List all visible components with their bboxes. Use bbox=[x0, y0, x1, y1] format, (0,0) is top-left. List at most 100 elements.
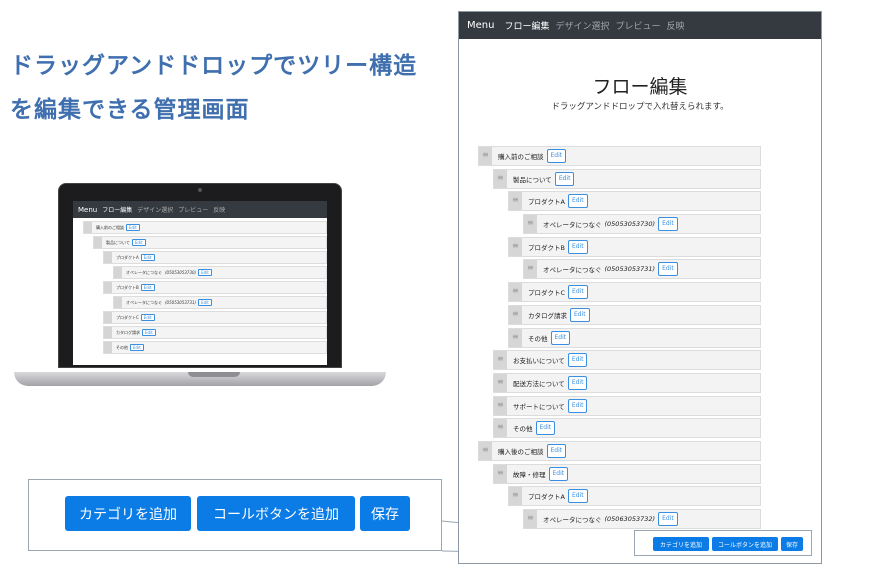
camera-icon bbox=[198, 188, 202, 192]
drag-handle-icon[interactable] bbox=[494, 373, 507, 392]
drag-handle-icon[interactable] bbox=[509, 237, 522, 256]
mini-nav-item-apply: 反映 bbox=[213, 207, 226, 214]
edit-button[interactable]: Edit bbox=[548, 466, 569, 481]
tree-node[interactable]: 故障・修理Edit bbox=[493, 463, 761, 484]
edit-button[interactable]: Edit bbox=[658, 512, 678, 526]
tree-node[interactable]: 配送方法についてEdit bbox=[493, 372, 761, 393]
edit-button[interactable]: Edit bbox=[567, 353, 588, 368]
drag-handle-icon[interactable] bbox=[104, 312, 112, 323]
nav-item-preview[interactable]: プレビュー bbox=[616, 19, 661, 32]
drag-handle-icon[interactable] bbox=[494, 464, 507, 483]
edit-button[interactable]: Edit bbox=[198, 269, 212, 276]
tree-node-label: オペレータにつなぐ bbox=[126, 269, 162, 275]
edit-button[interactable]: Edit bbox=[140, 254, 155, 261]
drag-handle-icon[interactable] bbox=[494, 419, 507, 438]
drag-handle-icon[interactable] bbox=[114, 297, 122, 308]
tree-node-phone: (05053053731) bbox=[165, 300, 197, 305]
tree-node[interactable]: 購入前のご相談Edit bbox=[478, 146, 761, 166]
tree-node[interactable]: 製品についてEdit bbox=[493, 168, 761, 189]
edit-button[interactable]: Edit bbox=[140, 314, 155, 321]
drag-handle-icon[interactable] bbox=[104, 282, 112, 293]
drag-handle-icon[interactable] bbox=[479, 147, 492, 165]
drag-handle-icon[interactable] bbox=[509, 487, 522, 506]
edit-button[interactable]: Edit bbox=[567, 194, 588, 209]
tree-node[interactable]: プロダクトBEdit bbox=[508, 236, 761, 257]
drag-handle-icon[interactable] bbox=[479, 441, 492, 460]
tree-node[interactable]: カタログ請求Edit bbox=[103, 326, 327, 339]
tree-node[interactable]: プロダクトCEdit bbox=[103, 311, 327, 324]
tree-node[interactable]: その他Edit bbox=[508, 327, 761, 348]
add-category-button[interactable]: カテゴリを追加 bbox=[65, 496, 191, 531]
tree-node[interactable]: プロダクトBEdit bbox=[103, 281, 327, 294]
nav-item-apply[interactable]: 反映 bbox=[667, 19, 685, 32]
edit-button[interactable]: Edit bbox=[546, 149, 567, 163]
drag-handle-icon[interactable] bbox=[94, 237, 102, 248]
drag-handle-icon[interactable] bbox=[509, 328, 522, 347]
drag-handle-icon[interactable] bbox=[84, 222, 92, 233]
add-call-button[interactable]: コールボタンを追加 bbox=[197, 496, 355, 531]
add-call-button-small[interactable]: コールボタンを追加 bbox=[712, 537, 778, 551]
nav-brand[interactable]: Menu bbox=[467, 20, 494, 31]
drag-handle-icon[interactable] bbox=[509, 305, 522, 324]
tree-node-label: 購入後のご相談 bbox=[498, 447, 544, 456]
tree-node[interactable]: その他Edit bbox=[103, 341, 327, 354]
edit-button[interactable]: Edit bbox=[142, 329, 156, 336]
edit-button[interactable]: Edit bbox=[126, 224, 140, 231]
page-title: フロー編集 bbox=[592, 76, 688, 98]
edit-button[interactable]: Edit bbox=[567, 398, 588, 413]
tree-node[interactable]: プロダクトCEdit bbox=[508, 282, 761, 303]
drag-handle-icon[interactable] bbox=[509, 283, 522, 302]
tree-node[interactable]: 購入前のご相談Edit bbox=[83, 221, 327, 234]
edit-button[interactable]: Edit bbox=[554, 171, 575, 186]
tree-node[interactable]: プロダクトAEdit bbox=[508, 191, 761, 212]
drag-handle-icon[interactable] bbox=[494, 396, 507, 415]
drag-handle-icon[interactable] bbox=[494, 169, 507, 188]
tree-node[interactable]: プロダクトAEdit bbox=[508, 486, 761, 507]
edit-button[interactable]: Edit bbox=[658, 262, 678, 277]
save-button-small[interactable]: 保存 bbox=[781, 537, 803, 551]
edit-button[interactable]: Edit bbox=[198, 299, 212, 306]
nav-item-flow-edit[interactable]: フロー編集 bbox=[504, 19, 549, 32]
drag-handle-icon[interactable] bbox=[509, 192, 522, 211]
edit-button[interactable]: Edit bbox=[567, 375, 588, 390]
edit-button[interactable]: Edit bbox=[567, 239, 588, 254]
nav-item-design[interactable]: デザイン選択 bbox=[555, 19, 609, 32]
tree-node[interactable]: 製品についてEdit bbox=[93, 236, 327, 249]
tree-node[interactable]: オペレータにつなぐ(05053053730)Edit bbox=[523, 214, 761, 235]
drag-handle-icon[interactable] bbox=[524, 260, 537, 279]
tree-node[interactable]: オペレータにつなぐ(05053053731)Edit bbox=[523, 259, 761, 280]
drag-handle-icon[interactable] bbox=[114, 267, 122, 278]
edit-button[interactable]: Edit bbox=[546, 443, 567, 458]
drag-handle-icon[interactable] bbox=[524, 510, 537, 528]
headline-line-2: を編集できる管理画面 bbox=[10, 97, 250, 123]
tree-node[interactable]: オペレータにつなぐ(05053053731)Edit bbox=[113, 296, 327, 309]
edit-button[interactable]: Edit bbox=[570, 307, 590, 322]
drag-handle-icon[interactable] bbox=[494, 351, 507, 370]
save-button[interactable]: 保存 bbox=[360, 496, 410, 531]
drag-handle-icon[interactable] bbox=[104, 342, 112, 353]
tree-node-phone: (05063053732) bbox=[604, 515, 656, 523]
tree-node[interactable]: 購入後のご相談Edit bbox=[478, 440, 761, 461]
tree-node-label: その他 bbox=[116, 344, 128, 350]
edit-button[interactable]: Edit bbox=[568, 285, 588, 300]
tree-node[interactable]: オペレータにつなぐ(05063053732)Edit bbox=[523, 509, 761, 529]
tree-node[interactable]: オペレータにつなぐ(05053053730)Edit bbox=[113, 266, 327, 279]
tree-node[interactable]: プロダクトAEdit bbox=[103, 251, 327, 264]
edit-button[interactable]: Edit bbox=[658, 217, 678, 232]
edit-button[interactable]: Edit bbox=[131, 239, 146, 246]
mini-navbar: Menu フロー編集 デザイン選択 プレビュー 反映 bbox=[73, 201, 327, 218]
edit-button[interactable]: Edit bbox=[130, 344, 144, 351]
drag-handle-icon[interactable] bbox=[104, 327, 112, 338]
drag-handle-icon[interactable] bbox=[524, 215, 537, 234]
edit-button[interactable]: Edit bbox=[140, 284, 155, 291]
tree-node[interactable]: その他Edit bbox=[493, 418, 761, 439]
tree-node[interactable]: お支払いについてEdit bbox=[493, 350, 761, 371]
edit-button[interactable]: Edit bbox=[567, 489, 588, 504]
drag-handle-icon[interactable] bbox=[104, 252, 112, 263]
tree-node[interactable]: サポートについてEdit bbox=[493, 395, 761, 416]
mini-nav-item-flow: フロー編集 bbox=[102, 207, 133, 214]
edit-button[interactable]: Edit bbox=[550, 330, 571, 345]
add-category-button-small[interactable]: カテゴリを追加 bbox=[653, 537, 709, 551]
edit-button[interactable]: Edit bbox=[535, 421, 556, 436]
tree-node[interactable]: カタログ請求Edit bbox=[508, 304, 761, 325]
